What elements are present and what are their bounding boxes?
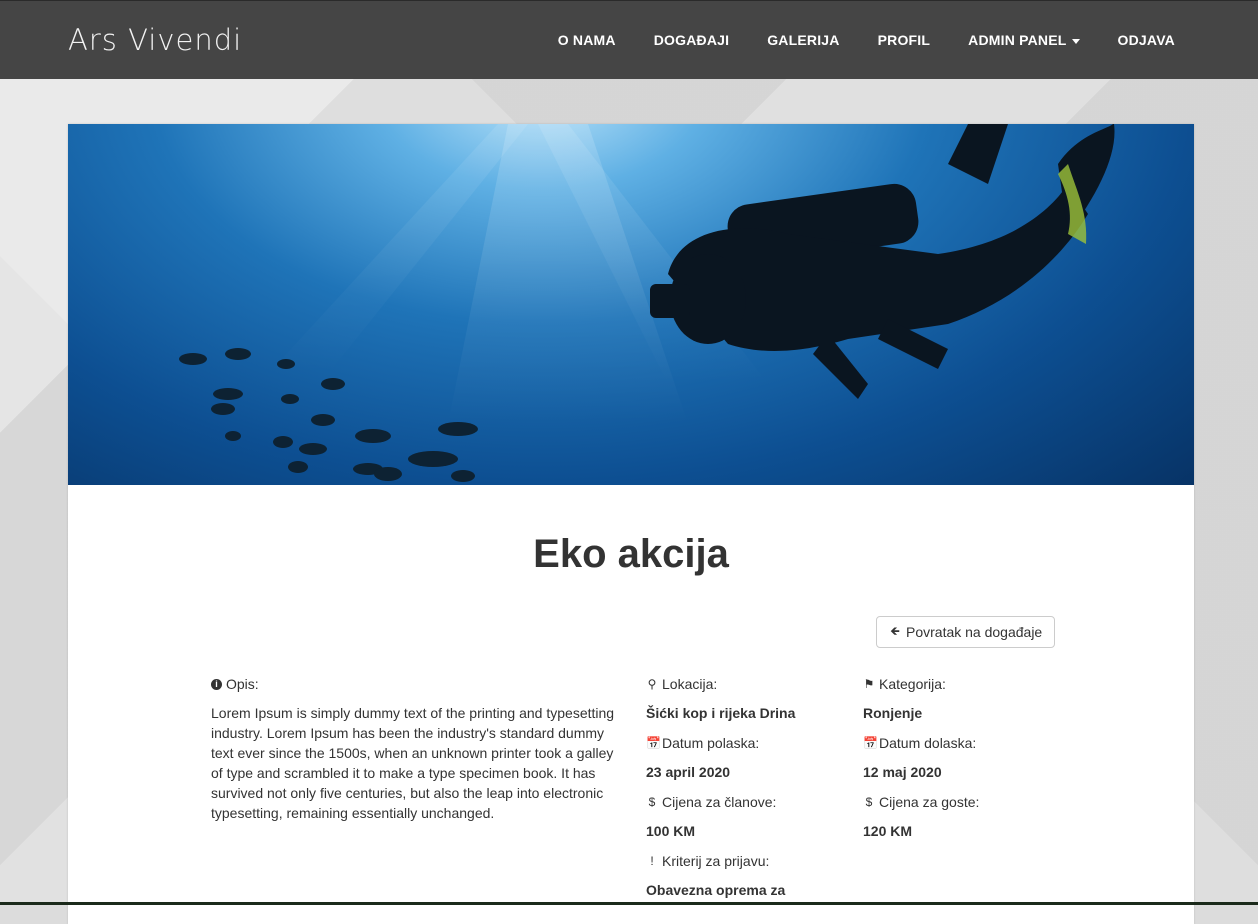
arrival-value: 12 maj 2020 xyxy=(863,764,942,780)
calendar-icon: 📅 xyxy=(863,736,878,750)
member-price-value: 100 KM xyxy=(646,823,696,839)
map-marker-icon: ⚲ xyxy=(647,677,657,691)
category-label: Kategorija: xyxy=(879,676,946,692)
description-column: i Opis: Lorem Ipsum is simply dummy text… xyxy=(211,674,621,823)
location-label-row: ⚲ Lokacija: xyxy=(646,674,846,694)
criteria-value: Obavezna oprema za xyxy=(646,882,786,898)
back-button-label: Povratak na događaje xyxy=(906,624,1043,640)
category-label-row: ⚑ Kategorija: xyxy=(863,674,1063,694)
exclamation-icon: ! xyxy=(650,854,654,868)
nav-item-dogadjaji[interactable]: DOGAĐAJI xyxy=(635,32,749,48)
nav-item-profil[interactable]: PROFIL xyxy=(859,32,950,48)
location-value: Šićki kop i rijeka Drina xyxy=(646,705,796,721)
nav-item-odjava[interactable]: ODJAVA xyxy=(1099,32,1194,48)
brand-logo[interactable]: Ars Vivendi xyxy=(68,23,242,57)
top-navbar: Ars Vivendi O NAMA DOGAĐAJI GALERIJA PRO… xyxy=(0,0,1258,79)
event-title: Eko akcija xyxy=(533,532,729,576)
admin-panel-label: ADMIN PANEL xyxy=(968,32,1067,48)
event-hero-image xyxy=(68,124,1194,485)
info-icon: i xyxy=(211,678,222,690)
arrival-label: Datum dolaska: xyxy=(879,735,977,751)
departure-label-row: 📅 Datum polaska: xyxy=(646,733,846,753)
details-column-right: ⚑ Kategorija: Ronjenje 📅 Datum dolaska: … xyxy=(863,674,1063,851)
criteria-label-row: ! Kriterij za prijavu: xyxy=(646,851,846,871)
description-label-row: i Opis: xyxy=(211,674,621,694)
dollar-icon: $ xyxy=(648,795,656,809)
event-description: Lorem Ipsum is simply dummy text of the … xyxy=(211,705,615,821)
scuba-diver-illustration xyxy=(179,124,1115,482)
departure-label: Datum polaska: xyxy=(662,735,760,751)
member-price-label-row: $ Cijena za članove: xyxy=(646,792,846,812)
category-value: Ronjenje xyxy=(863,705,923,721)
departure-value: 23 april 2020 xyxy=(646,764,731,780)
guest-price-label-row: $ Cijena za goste: xyxy=(863,792,1063,812)
nav-item-galerija[interactable]: GALERIJA xyxy=(748,32,858,48)
criteria-label: Kriterij za prijavu: xyxy=(662,853,770,869)
details-column-left: ⚲ Lokacija: Šićki kop i rijeka Drina 📅 D… xyxy=(646,674,846,910)
guest-price-value: 120 KM xyxy=(863,823,913,839)
calendar-icon: 📅 xyxy=(646,736,661,750)
guest-price-label: Cijena za goste: xyxy=(879,794,980,810)
description-label: Opis: xyxy=(226,676,259,692)
event-card: Eko akcija 🡸 Povratak na događaje i Opis… xyxy=(68,124,1194,924)
arrow-left-icon: 🡸 xyxy=(890,623,900,638)
nav-item-o-nama[interactable]: O NAMA xyxy=(539,32,635,48)
tag-icon: ⚑ xyxy=(863,677,875,691)
member-price-label: Cijena za članove: xyxy=(662,794,777,810)
dollar-icon: $ xyxy=(865,795,873,809)
caret-down-icon xyxy=(1071,38,1080,44)
back-to-events-button[interactable]: 🡸 Povratak na događaje xyxy=(876,616,1056,648)
location-label: Lokacija: xyxy=(662,676,718,692)
arrival-label-row: 📅 Datum dolaska: xyxy=(863,733,1063,753)
nav-item-admin-panel[interactable]: ADMIN PANEL xyxy=(949,32,1098,48)
nav-menu: O NAMA DOGAĐAJI GALERIJA PROFIL ADMIN PA… xyxy=(539,1,1194,79)
